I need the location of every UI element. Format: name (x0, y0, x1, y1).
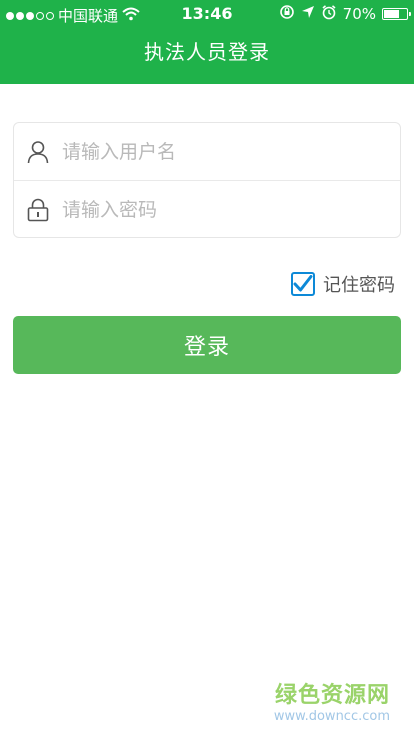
login-form-card (13, 122, 401, 238)
orientation-lock-icon (279, 4, 295, 24)
app: 中国联通 13:46 70% 执法人员登录 请输入用户名 记住密码 登录 绿色资… (0, 0, 414, 736)
location-arrow-icon (301, 5, 315, 23)
status-bar: 中国联通 13:46 70% (0, 0, 414, 28)
status-right: 70% (279, 4, 411, 24)
page-title: 执法人员登录 (144, 40, 270, 64)
top-bar: 中国联通 13:46 70% 执法人员登录 (0, 0, 414, 84)
username-input[interactable] (62, 131, 382, 172)
battery-percent: 70% (342, 5, 376, 23)
password-input[interactable] (62, 190, 382, 230)
login-button[interactable]: 登录 (13, 316, 401, 374)
password-row (14, 181, 400, 239)
username-row (14, 123, 400, 181)
remember-label[interactable]: 记住密码 (323, 271, 395, 297)
remember-checkbox[interactable] (291, 272, 315, 296)
watermark: 绿色资源网 www.downcc.com (274, 677, 390, 724)
watermark-url: www.downcc.com (273, 709, 390, 724)
lock-icon (26, 198, 50, 222)
user-icon (26, 140, 50, 164)
battery-fill (384, 10, 399, 18)
alarm-icon (321, 4, 337, 24)
checkmark-icon (293, 275, 313, 292)
battery-icon (382, 8, 411, 20)
watermark-title: 绿色资源网 (274, 683, 390, 708)
remember-password[interactable]: 记住密码 (291, 271, 395, 297)
